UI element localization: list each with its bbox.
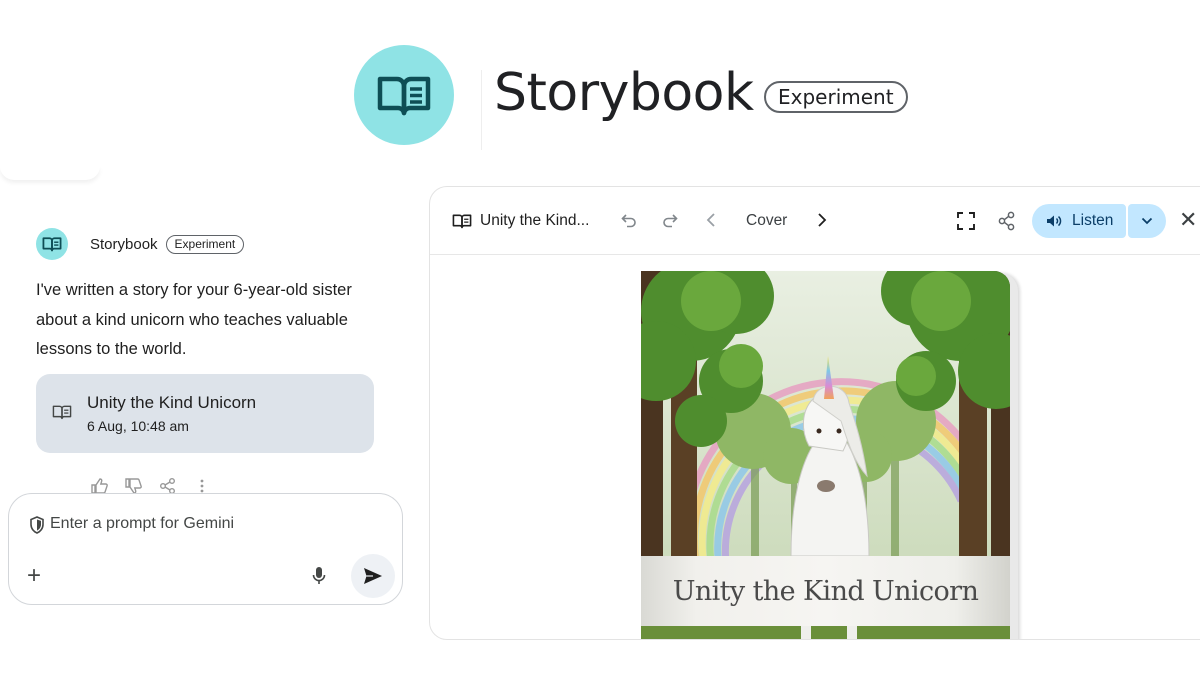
send-button[interactable] xyxy=(351,554,395,598)
story-card[interactable]: Unity the Kind Unicorn 6 Aug, 10:48 am xyxy=(36,374,374,453)
hero-shadow xyxy=(0,166,100,180)
cover-title: Unity the Kind Unicorn xyxy=(672,575,979,607)
undo-icon[interactable] xyxy=(620,211,638,229)
storybook-logo xyxy=(354,45,454,145)
open-book-icon xyxy=(377,76,431,116)
send-icon xyxy=(364,568,382,584)
share-icon[interactable] xyxy=(998,211,1016,231)
open-book-icon xyxy=(452,214,472,229)
sender-experiment-badge: Experiment xyxy=(165,234,245,254)
shield-icon xyxy=(30,516,44,534)
listen-options-button[interactable] xyxy=(1128,204,1166,238)
share-icon[interactable] xyxy=(158,478,178,494)
avatar xyxy=(36,228,68,260)
chevron-left-icon[interactable] xyxy=(704,211,720,229)
message-text: I've written a story for your 6-year-old… xyxy=(36,281,352,358)
chevron-down-icon xyxy=(1141,217,1153,225)
open-book-icon xyxy=(42,237,62,252)
hero-divider xyxy=(481,70,482,150)
listen-label: Listen xyxy=(1072,212,1114,229)
story-card-date: 6 Aug, 10:48 am xyxy=(87,418,189,434)
cover-title-band: Unity the Kind Unicorn xyxy=(641,556,1010,626)
hero-title: Storybook xyxy=(494,63,754,123)
hero-experiment-badge: Experiment xyxy=(764,81,908,113)
listen-control: Listen xyxy=(1032,204,1166,238)
story-viewer: Unity the Kind... Cover Listen ✕ Unity t… xyxy=(429,186,1200,640)
thumbs-up-icon[interactable] xyxy=(90,478,110,494)
book-cover[interactable]: Unity the Kind Unicorn xyxy=(641,271,1010,639)
mic-icon[interactable] xyxy=(312,566,326,586)
speaker-icon xyxy=(1047,215,1062,227)
viewer-title: Unity the Kind... xyxy=(480,212,590,229)
message-actions xyxy=(90,478,212,494)
thumbs-down-icon[interactable] xyxy=(124,478,144,494)
viewer-toolbar: Unity the Kind... Cover Listen ✕ xyxy=(430,187,1200,255)
open-book-icon xyxy=(52,405,72,420)
more-vert-icon[interactable] xyxy=(192,478,212,494)
listen-button[interactable]: Listen xyxy=(1032,204,1126,238)
close-icon[interactable]: ✕ xyxy=(1179,209,1197,231)
chevron-right-icon[interactable] xyxy=(813,211,829,229)
sender-name: Storybook xyxy=(90,235,158,253)
page-label: Cover xyxy=(746,212,788,229)
redo-icon[interactable] xyxy=(661,211,679,229)
fullscreen-icon[interactable] xyxy=(956,211,976,231)
prompt-input[interactable]: Enter a prompt for Gemini xyxy=(50,515,234,533)
story-card-title: Unity the Kind Unicorn xyxy=(87,393,257,412)
plus-icon[interactable]: + xyxy=(27,564,41,588)
prompt-box[interactable]: Enter a prompt for Gemini + xyxy=(8,493,403,605)
message-header: Storybook Experiment xyxy=(36,228,245,260)
